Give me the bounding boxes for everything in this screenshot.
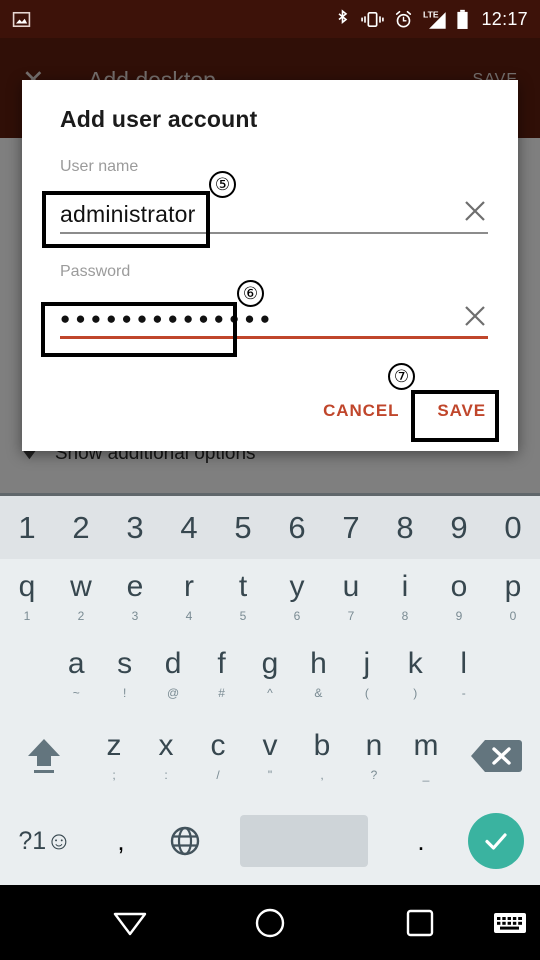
key-d[interactable]: d @ (149, 634, 197, 714)
keyboard-row-space: ?1☺ , . (0, 797, 540, 885)
hide-keyboard-icon[interactable] (100, 885, 160, 960)
key-e[interactable]: e3 (108, 559, 162, 634)
keyboard-switch-icon[interactable] (482, 885, 538, 960)
key-m[interactable]: m _ (400, 714, 452, 797)
username-input[interactable]: administrator (60, 201, 488, 234)
key-k[interactable]: k) (391, 634, 439, 714)
add-user-account-dialog: Add user account User name administrator… (22, 80, 518, 451)
key-c[interactable]: c / (192, 714, 244, 797)
key-u[interactable]: u7 (324, 559, 378, 634)
password-field[interactable]: Password ●●●●●●●●●●●●●● (60, 263, 488, 339)
alarm-icon (394, 10, 413, 29)
globe-icon[interactable] (152, 797, 218, 885)
key-i[interactable]: i8 (378, 559, 432, 634)
key-p[interactable]: p0 (486, 559, 540, 634)
save-button[interactable]: SAVE (433, 395, 490, 427)
key-8[interactable]: 8 (378, 496, 432, 559)
username-field[interactable]: User name administrator (60, 158, 488, 234)
clear-username-icon[interactable] (462, 198, 488, 224)
photo-icon (12, 10, 31, 29)
key-s[interactable]: s! (100, 634, 148, 714)
key-comma[interactable]: , (90, 797, 152, 885)
clear-password-icon[interactable] (462, 303, 488, 329)
backspace-icon[interactable] (452, 714, 540, 797)
bluetooth-icon (334, 8, 351, 30)
key-6[interactable]: 6 (270, 496, 324, 559)
battery-icon (456, 9, 469, 30)
key-h[interactable]: h & (294, 634, 342, 714)
keyboard-number-row: 1 2 3 4 5 6 7 8 9 0 (0, 496, 540, 559)
svg-text:LTE: LTE (423, 9, 439, 19)
password-input[interactable]: ●●●●●●●●●●●●●● (60, 309, 488, 339)
home-icon[interactable] (240, 885, 300, 960)
key-3[interactable]: 3 (108, 496, 162, 559)
clock-label: 12:17 (481, 8, 528, 29)
key-f[interactable]: f # (197, 634, 245, 714)
status-bar: LTE 12:17 (0, 0, 540, 38)
check-icon (468, 813, 524, 869)
username-label: User name (60, 158, 139, 175)
key-n[interactable]: n? (348, 714, 400, 797)
key-2[interactable]: 2 (54, 496, 108, 559)
password-label: Password (60, 263, 131, 280)
key-z[interactable]: z; (88, 714, 140, 797)
shift-icon[interactable] (0, 714, 88, 797)
key-q[interactable]: q1 (0, 559, 54, 634)
key-r[interactable]: r4 (162, 559, 216, 634)
keyboard-row-home: a ~ s! d @ f # g ^ h & j( k) l- (0, 634, 540, 714)
key-x[interactable]: x: (140, 714, 192, 797)
key-9[interactable]: 9 (432, 496, 486, 559)
cancel-button[interactable]: CANCEL (319, 395, 403, 427)
key-t[interactable]: t5 (216, 559, 270, 634)
key-0[interactable]: 0 (486, 496, 540, 559)
key-5[interactable]: 5 (216, 496, 270, 559)
username-underline (60, 232, 488, 234)
symbols-key[interactable]: ?1☺ (0, 797, 90, 885)
android-navigation-bar (0, 885, 540, 960)
key-g[interactable]: g ^ (246, 634, 294, 714)
key-a[interactable]: a ~ (52, 634, 100, 714)
key-spacer-left (0, 634, 52, 714)
key-y[interactable]: y6 (270, 559, 324, 634)
key-w[interactable]: w2 (54, 559, 108, 634)
on-screen-keyboard: 1 2 3 4 5 6 7 8 9 0 q1 w2 e3 r4 t5 y6 u7… (0, 493, 540, 885)
lte-signal-icon: LTE (422, 9, 447, 30)
recents-icon[interactable] (390, 885, 450, 960)
space-key[interactable] (240, 815, 368, 867)
keyboard-row-bottom-letters: z; x: c / v " b, n? m _ (0, 714, 540, 797)
key-o[interactable]: o9 (432, 559, 486, 634)
dialog-title: Add user account (60, 106, 258, 132)
vibrate-icon (360, 10, 385, 29)
key-spacer-right (488, 634, 540, 714)
key-b[interactable]: b, (296, 714, 348, 797)
key-j[interactable]: j( (343, 634, 391, 714)
key-l[interactable]: l- (440, 634, 488, 714)
phone-screen: LTE 12:17 ✕ Add desktop SAVE ▼ Show addi… (0, 0, 540, 960)
key-v[interactable]: v " (244, 714, 296, 797)
key-4[interactable]: 4 (162, 496, 216, 559)
enter-key[interactable] (452, 797, 540, 885)
password-underline (60, 336, 488, 339)
keyboard-row-qwerty: q1 w2 e3 r4 t5 y6 u7 i8 o9 p0 (0, 559, 540, 634)
key-period[interactable]: . (390, 797, 452, 885)
key-7[interactable]: 7 (324, 496, 378, 559)
key-1[interactable]: 1 (0, 496, 54, 559)
dialog-actions: CANCEL SAVE (319, 395, 490, 427)
